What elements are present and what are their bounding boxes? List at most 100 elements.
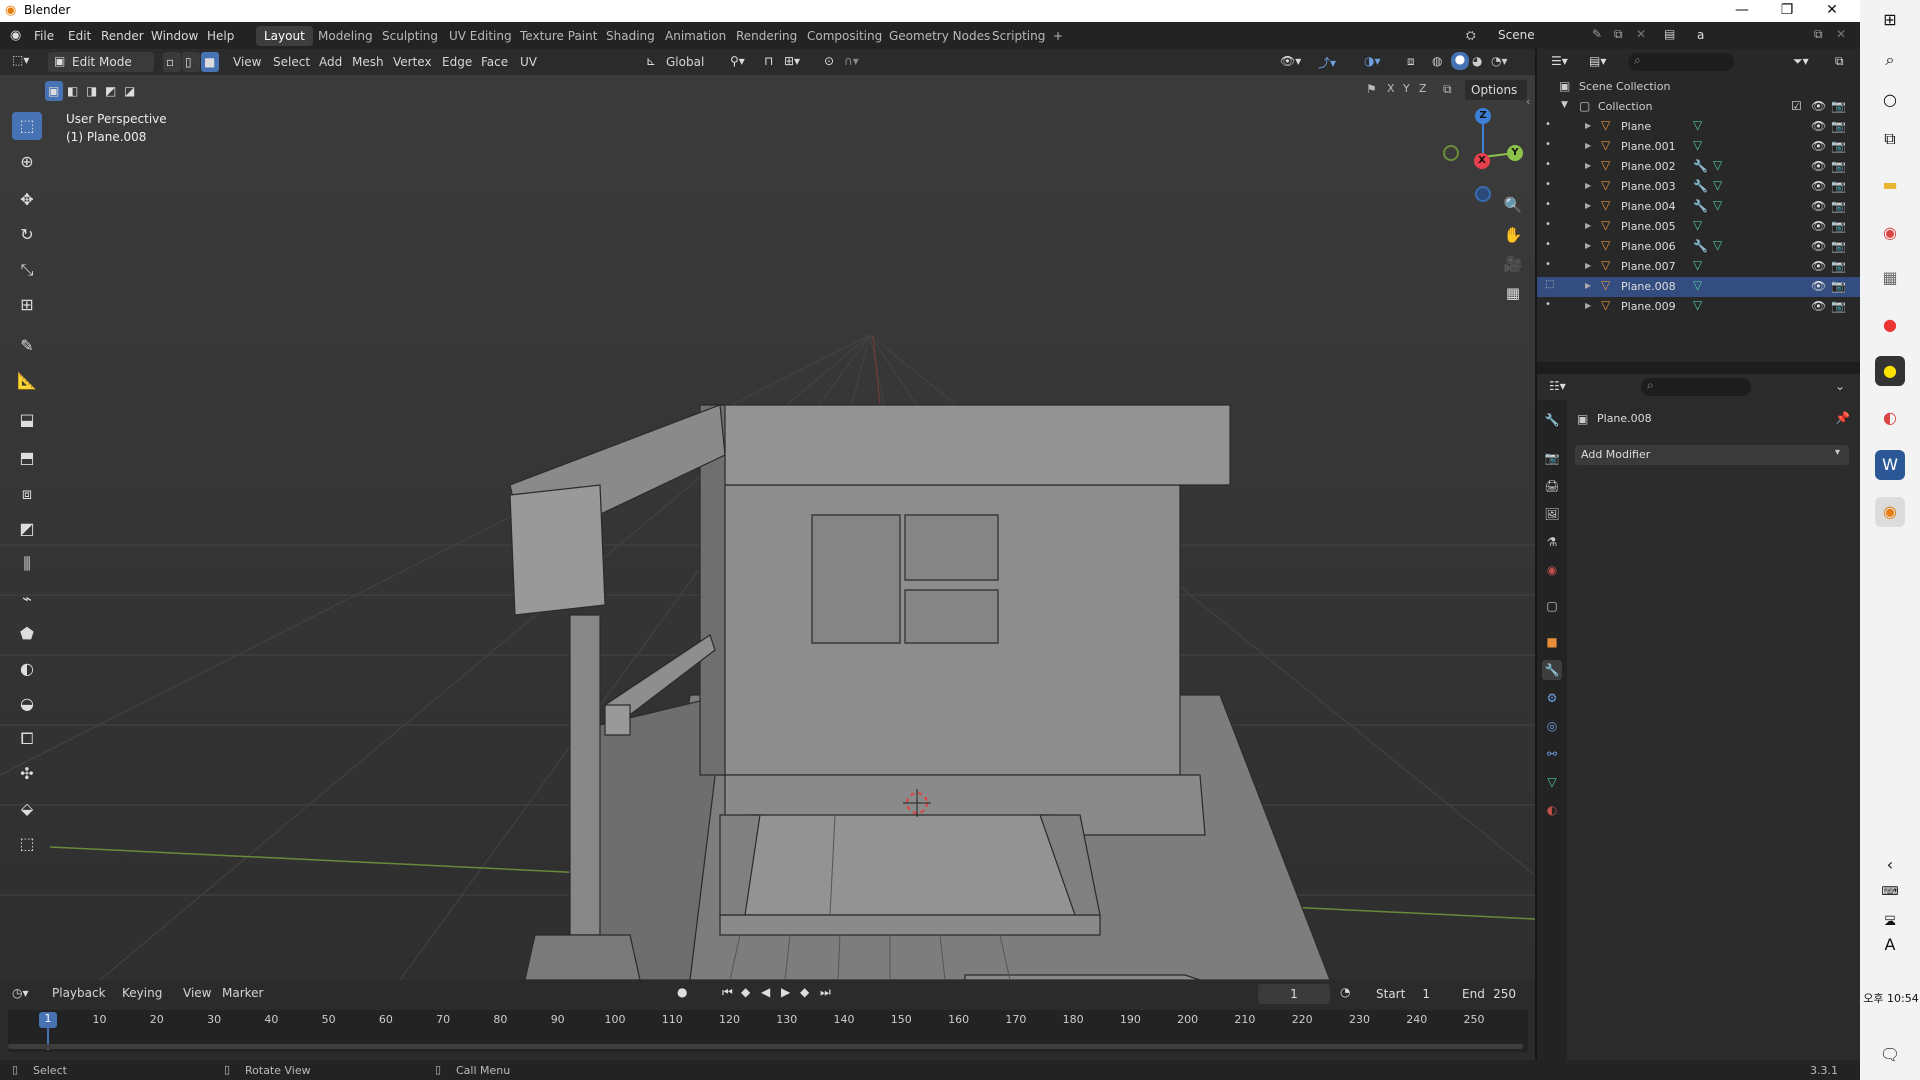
particles-tab-icon[interactable]: ⚙ [1542, 688, 1562, 708]
preview-range-icon[interactable]: ◔ [1340, 985, 1350, 999]
display-icon[interactable]: ▭ [1875, 902, 1905, 932]
knife-tool-icon[interactable]: ⌁ [12, 585, 42, 613]
expand-icon[interactable]: ▶ [1585, 261, 1591, 270]
annotate-tool-icon[interactable]: ✎ [12, 332, 42, 360]
task-view-icon[interactable]: ⧉ [1875, 124, 1905, 154]
file-explorer-icon[interactable]: ▬ [1875, 170, 1905, 200]
menu-marker[interactable]: Marker [222, 986, 263, 1000]
visibility-eye-icon[interactable]: 👁 [1811, 299, 1826, 313]
snap-target-icon[interactable]: ⊞▾ [784, 54, 800, 68]
mesh-data-icon[interactable]: ▽ [1713, 178, 1722, 192]
solid-shading-icon[interactable]: ● [1451, 52, 1469, 70]
expand-icon[interactable]: ▶ [1585, 181, 1591, 190]
visibility-eye-icon[interactable]: 👁 [1811, 259, 1826, 273]
mesh-data-icon[interactable]: ▽ [1713, 198, 1722, 212]
scale-tool-icon[interactable]: ⤡ [12, 256, 42, 284]
physics-tab-icon[interactable]: ◎ [1542, 716, 1562, 736]
outliner-object-row[interactable]: ⬚ ▶ ▽ Plane.008 ▽ 👁 📷 [1537, 277, 1860, 297]
menu-vertex[interactable]: Vertex [393, 55, 432, 69]
modifier-icon[interactable]: 🔧 [1693, 199, 1708, 213]
mesh-data-icon[interactable]: ▽ [1693, 258, 1702, 272]
delete-scene-icon[interactable]: ✕ [1636, 27, 1646, 41]
edit-toggle-icon[interactable]: • [1545, 119, 1551, 130]
expand-icon[interactable]: ▶ [1585, 121, 1591, 130]
play-reverse-icon[interactable]: ◀ [761, 985, 770, 999]
render-camera-icon[interactable]: 📷 [1831, 259, 1846, 273]
new-collection-icon[interactable]: ⧉ [1835, 54, 1844, 69]
tab-scripting[interactable]: Scripting [984, 26, 1053, 46]
scene-tab-icon[interactable]: ⚗ [1542, 532, 1562, 552]
select-new-button[interactable]: ▣ [45, 81, 63, 101]
render-tab-icon[interactable]: 📷 [1542, 448, 1562, 468]
rendered-shading-icon[interactable]: ◔▾ [1491, 54, 1508, 68]
close-button[interactable]: ✕ [1810, 0, 1854, 22]
editor-type-icon[interactable]: ⬚▾ [12, 53, 29, 67]
display-mode-icon[interactable]: ▤▾ [1589, 54, 1606, 68]
visibility-eye-icon[interactable]: 👁 [1811, 99, 1826, 113]
tab-shading[interactable]: Shading [598, 26, 663, 46]
collapse-sidebar-icon[interactable]: ‹ [1526, 95, 1530, 108]
world-tab-icon[interactable]: ◉ [1542, 560, 1562, 580]
outliner-object-row[interactable]: • ▶ ▽ Plane.002 🔧 ▽ 👁 📷 [1537, 157, 1860, 177]
pin-properties-icon[interactable]: 📌 [1835, 411, 1850, 425]
visibility-eye-icon[interactable]: 👁 [1811, 219, 1826, 233]
ime-indicator[interactable]: A [1875, 930, 1905, 960]
minimize-button[interactable]: — [1720, 0, 1764, 22]
modifier-tab-icon[interactable]: 🔧 [1542, 660, 1562, 680]
shear-tool-icon[interactable]: ⬙ [12, 795, 42, 823]
smooth-tool-icon[interactable]: ◒ [12, 690, 42, 718]
mesh-data-icon[interactable]: ▽ [1693, 138, 1702, 152]
current-frame-field[interactable]: 1 [1258, 984, 1330, 1004]
app2-icon[interactable]: ◐ [1875, 403, 1905, 433]
visibility-eye-icon[interactable]: 👁 [1811, 239, 1826, 253]
outliner-object-row[interactable]: • ▶ ▽ Plane.007 ▽ 👁 📷 [1537, 257, 1860, 277]
measure-tool-icon[interactable]: 📐 [12, 367, 42, 395]
bevel-tool-icon[interactable]: ◩ [12, 515, 42, 543]
object-name[interactable]: Plane.002 [1621, 160, 1676, 173]
expand-icon[interactable]: ▶ [1585, 241, 1591, 250]
edit-toggle-icon[interactable]: • [1545, 179, 1551, 190]
object-name[interactable]: Plane.003 [1621, 180, 1676, 193]
delete-view-layer-icon[interactable]: ✕ [1836, 27, 1846, 41]
edit-toggle-icon[interactable]: • [1545, 299, 1551, 310]
windows-start-icon[interactable]: ⊞ [1875, 5, 1905, 35]
render-camera-icon[interactable]: 📷 [1831, 119, 1846, 133]
modifier-icon[interactable]: 🔧 [1693, 179, 1708, 193]
timeline-ruler[interactable]: 1 10 20 30 40 50 60 70 80 90 100 110 120 130 140 150 16… [8, 1010, 1528, 1052]
vertex-select-button[interactable]: ▫ [163, 52, 181, 72]
cortana-icon[interactable]: ○ [1875, 85, 1905, 115]
menu-face[interactable]: Face [481, 55, 508, 69]
expand-icon[interactable]: ▶ [1585, 161, 1591, 170]
tab-layout[interactable]: Layout [256, 26, 313, 46]
edit-toggle-icon[interactable]: • [1545, 159, 1551, 170]
visibility-eye-icon[interactable]: 👁 [1811, 199, 1826, 213]
view-layer-tab-icon[interactable]: 🖼 [1542, 504, 1562, 524]
mirror-x-button[interactable]: X [1387, 82, 1395, 95]
render-camera-icon[interactable]: 📷 [1831, 99, 1846, 113]
visibility-eye-icon[interactable]: 👁 [1811, 139, 1826, 153]
outliner-editor-icon[interactable]: ☰▾ [1551, 54, 1568, 68]
object-name[interactable]: Plane.001 [1621, 140, 1676, 153]
gizmo-x-axis[interactable]: X [1474, 153, 1490, 169]
render-camera-icon[interactable]: 📷 [1831, 179, 1846, 193]
proportional-edit-icon[interactable]: ⊙ [824, 54, 834, 68]
tab-uv-editing[interactable]: UV Editing [441, 26, 520, 46]
mirror-y-button[interactable]: Y [1403, 82, 1410, 95]
tab-sculpting[interactable]: Sculpting [374, 26, 446, 46]
tab-texture-paint[interactable]: Texture Paint [512, 26, 605, 46]
kakaotalk-icon[interactable]: ● [1875, 356, 1905, 386]
gizmo-neg-z-axis[interactable] [1475, 186, 1491, 202]
edit-toggle-icon[interactable]: • [1545, 259, 1551, 270]
tab-compositing[interactable]: Compositing [799, 26, 890, 46]
expand-icon[interactable]: ▶ [1585, 281, 1591, 290]
add-workspace-button[interactable]: + [1045, 26, 1071, 46]
xray-icon[interactable]: ⧈ [1407, 54, 1415, 69]
visibility-eye-icon[interactable]: 👁 [1811, 179, 1826, 193]
edge-slide-tool-icon[interactable]: ⧠ [12, 725, 42, 753]
modifier-icon[interactable]: 🔧 [1693, 239, 1708, 253]
object-name[interactable]: Plane.005 [1621, 220, 1676, 233]
object-name[interactable]: Plane.009 [1621, 300, 1676, 313]
render-camera-icon[interactable]: 📷 [1831, 159, 1846, 173]
render-camera-icon[interactable]: 📷 [1831, 279, 1846, 293]
outliner-object-row[interactable]: • ▶ ▽ Plane.003 🔧 ▽ 👁 📷 [1537, 177, 1860, 197]
